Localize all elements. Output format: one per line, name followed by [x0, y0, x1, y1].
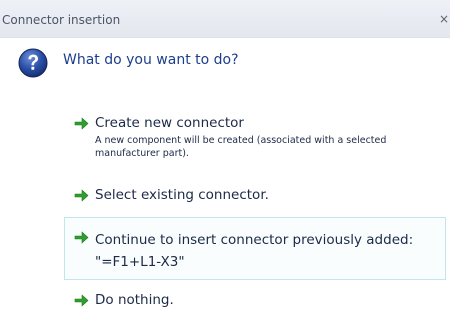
option-label: Continue to insert connector previously … [95, 229, 413, 273]
close-icon[interactable]: × [439, 12, 450, 26]
green-arrow-right-icon [74, 231, 89, 244]
green-arrow-right-icon [74, 117, 89, 130]
create-new-connector-option[interactable]: Create new connector A new component wil… [64, 115, 446, 167]
continue-insert-connector-option[interactable]: Continue to insert connector previously … [64, 217, 446, 280]
connector-insertion-dialog: Connector insertion × What do you want t… [0, 0, 450, 327]
green-arrow-right-icon [74, 189, 89, 202]
do-nothing-option[interactable]: Do nothing. [64, 292, 446, 316]
help-question-icon [18, 48, 48, 78]
title-bar: Connector insertion × [0, 0, 450, 38]
option-description: A new component will be created (associa… [95, 135, 387, 159]
option-label: Select existing connector. [95, 187, 269, 203]
option-label: Create new connector [95, 115, 244, 131]
select-existing-connector-option[interactable]: Select existing connector. [64, 187, 446, 211]
question-heading: What do you want to do? [63, 52, 239, 68]
option-label: Do nothing. [95, 292, 174, 308]
window-title: Connector insertion [2, 13, 121, 27]
connector-reference: "=F1+L1-X3" [95, 254, 185, 270]
green-arrow-right-icon [74, 294, 89, 307]
option-label-line1: Continue to insert connector previously … [95, 232, 414, 248]
